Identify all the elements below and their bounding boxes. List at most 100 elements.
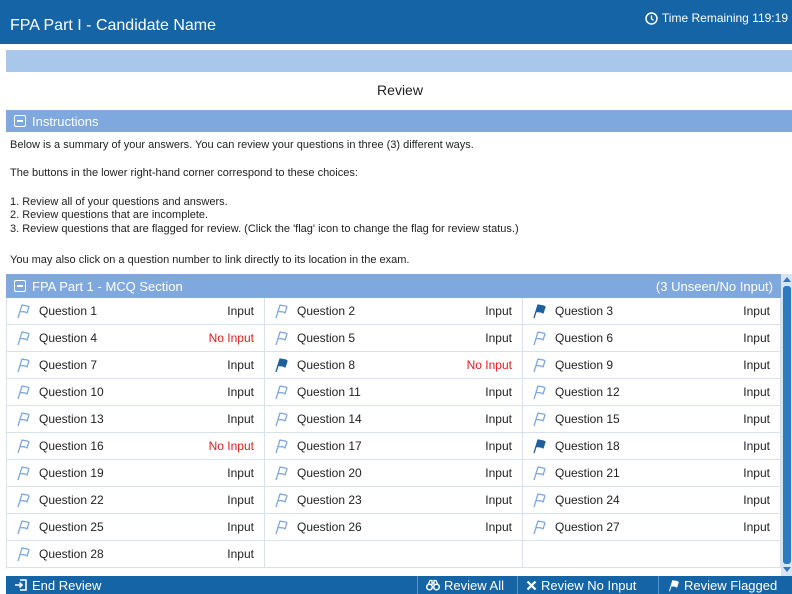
flag-outline-icon[interactable] [15,519,31,535]
question-label[interactable]: Question 27 [555,520,620,534]
question-item[interactable]: Question 20 Input [265,460,523,487]
question-item[interactable]: Question 2 Input [265,298,523,325]
question-item[interactable]: Question 12 Input [523,379,781,406]
question-item[interactable]: Question 6 Input [523,325,781,352]
review-no-input-button[interactable]: Review No Input [517,576,657,594]
question-item[interactable]: Question 19 Input [7,460,265,487]
instructions-header[interactable]: Instructions [6,110,792,132]
question-item[interactable]: Question 28 Input [7,541,265,568]
question-item[interactable]: Question 5 Input [265,325,523,352]
question-label[interactable]: Question 6 [555,331,613,345]
flag-outline-icon[interactable] [273,411,289,427]
question-label[interactable]: Question 23 [297,493,362,507]
question-label[interactable]: Question 3 [555,304,613,318]
question-item[interactable]: Question 4 No Input [7,325,265,352]
flag-outline-icon[interactable] [531,411,547,427]
question-item[interactable]: Question 23 Input [265,487,523,514]
flag-outline-icon[interactable] [15,357,31,373]
question-label[interactable]: Question 21 [555,466,620,480]
question-item[interactable]: Question 9 Input [523,352,781,379]
flag-filled-icon[interactable] [273,357,289,373]
question-item[interactable]: Question 26 Input [265,514,523,541]
question-label[interactable]: Question 22 [39,493,104,507]
question-item[interactable]: Question 21 Input [523,460,781,487]
question-status: Input [485,493,512,507]
flag-outline-icon[interactable] [15,384,31,400]
question-item[interactable]: Question 13 Input [7,406,265,433]
flag-outline-icon[interactable] [15,330,31,346]
question-label[interactable]: Question 1 [39,304,97,318]
question-status: No Input [208,439,254,453]
question-item[interactable]: Question 24 Input [523,487,781,514]
flag-outline-icon[interactable] [531,465,547,481]
question-item[interactable]: Question 10 Input [7,379,265,406]
question-item[interactable]: Question 14 Input [265,406,523,433]
flag-outline-icon[interactable] [273,303,289,319]
flag-outline-icon[interactable] [273,492,289,508]
question-item[interactable]: Question 27 Input [523,514,781,541]
question-label[interactable]: Question 26 [297,520,362,534]
flag-outline-icon[interactable] [273,330,289,346]
question-label[interactable]: Question 12 [555,385,620,399]
question-label[interactable]: Question 9 [555,358,613,372]
question-label[interactable]: Question 15 [555,412,620,426]
question-label[interactable]: Question 19 [39,466,104,480]
flag-outline-icon[interactable] [531,330,547,346]
flag-filled-icon[interactable] [531,438,547,454]
question-item[interactable]: Question 22 Input [7,487,265,514]
flag-outline-icon[interactable] [531,384,547,400]
collapse-icon[interactable] [14,280,26,292]
question-status: Input [227,412,254,426]
flag-outline-icon[interactable] [15,492,31,508]
flag-filled-icon[interactable] [531,303,547,319]
flag-outline-icon[interactable] [531,357,547,373]
question-item[interactable]: Question 25 Input [7,514,265,541]
time-remaining: Time Remaining 119:19 [645,11,788,25]
question-label[interactable]: Question 7 [39,358,97,372]
question-item[interactable]: Question 15 Input [523,406,781,433]
question-item[interactable]: Question 18 Input [523,433,781,460]
question-label[interactable]: Question 24 [555,493,620,507]
scrollbar-thumb[interactable] [783,286,791,564]
collapse-icon[interactable] [14,115,26,127]
flag-outline-icon[interactable] [273,519,289,535]
question-label[interactable]: Question 8 [297,358,355,372]
question-item[interactable]: Question 1 Input [7,298,265,325]
flag-outline-icon[interactable] [531,519,547,535]
question-item[interactable]: Question 11 Input [265,379,523,406]
flag-outline-icon[interactable] [273,384,289,400]
question-item[interactable]: Question 17 Input [265,433,523,460]
question-label[interactable]: Question 18 [555,439,620,453]
question-label[interactable]: Question 14 [297,412,362,426]
question-item[interactable]: Question 8 No Input [265,352,523,379]
flag-outline-icon[interactable] [15,438,31,454]
question-label[interactable]: Question 17 [297,439,362,453]
question-status: Input [743,439,770,453]
flag-outline-icon[interactable] [273,438,289,454]
question-label[interactable]: Question 16 [39,439,104,453]
scroll-down-arrow-icon[interactable] [783,567,791,572]
flag-outline-icon[interactable] [15,465,31,481]
end-review-button[interactable]: End Review [6,576,115,594]
question-label[interactable]: Question 11 [297,385,361,399]
review-flagged-button[interactable]: Review Flagged [658,576,792,594]
question-label[interactable]: Question 13 [39,412,104,426]
review-all-button[interactable]: Review All [417,576,516,594]
question-label[interactable]: Question 25 [39,520,104,534]
question-label[interactable]: Question 20 [297,466,362,480]
question-item[interactable]: Question 7 Input [7,352,265,379]
question-item[interactable]: Question 3 Input [523,298,781,325]
flag-outline-icon[interactable] [15,546,31,562]
flag-outline-icon[interactable] [15,303,31,319]
question-label[interactable]: Question 10 [39,385,104,399]
question-label[interactable]: Question 4 [39,331,97,345]
question-label[interactable]: Question 2 [297,304,355,318]
flag-outline-icon[interactable] [273,465,289,481]
question-label[interactable]: Question 5 [297,331,355,345]
question-item[interactable]: Question 16 No Input [7,433,265,460]
section-header[interactable]: FPA Part 1 - MCQ Section (3 Unseen/No In… [6,274,781,298]
question-label[interactable]: Question 28 [39,547,104,561]
flag-outline-icon[interactable] [531,492,547,508]
flag-outline-icon[interactable] [15,411,31,427]
scroll-up-arrow-icon[interactable] [783,277,791,282]
